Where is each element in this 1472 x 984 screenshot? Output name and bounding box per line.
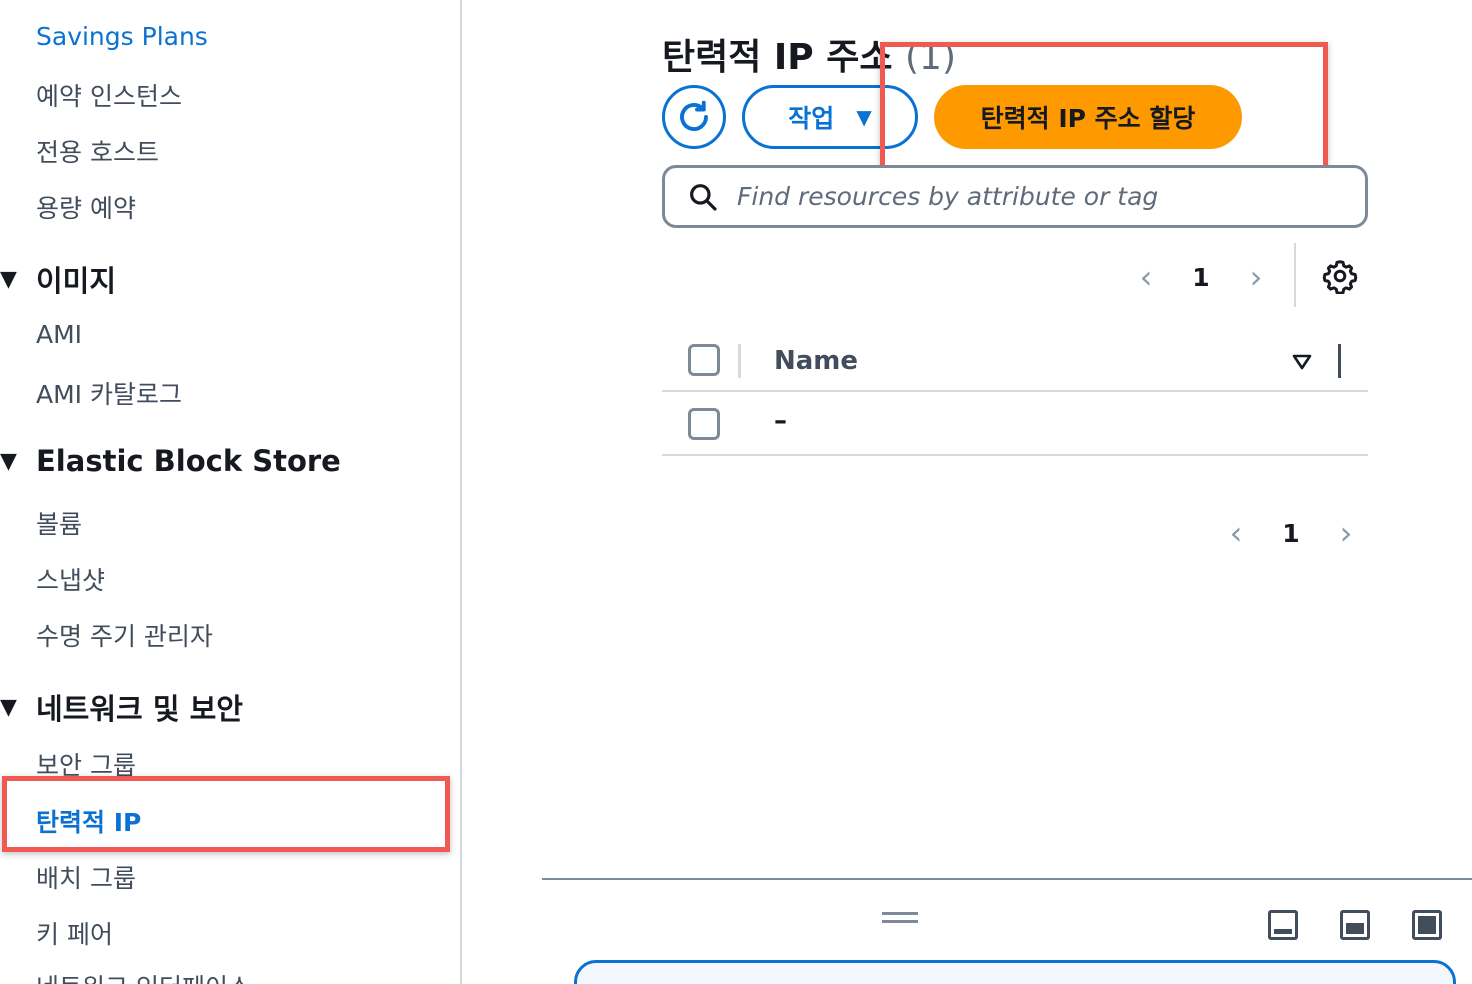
caret-down-icon: ▼ <box>0 448 17 474</box>
caret-down-icon: ▼ <box>0 694 17 720</box>
page-number[interactable]: 1 <box>1166 263 1236 292</box>
nav-ami[interactable]: AMI <box>36 320 82 349</box>
table-row[interactable]: – <box>662 392 1368 456</box>
nav-placement-groups[interactable]: 배치 그룹 <box>36 859 136 895</box>
pagination-top: ‹ 1 › <box>1126 258 1276 296</box>
sort-down-icon[interactable] <box>1290 350 1314 374</box>
chevron-left-icon[interactable]: ‹ <box>1216 514 1256 552</box>
cell-name: – <box>774 406 787 436</box>
nav-section-network-security-title: 네트워크 및 보안 <box>36 692 243 726</box>
chevron-right-icon[interactable]: › <box>1236 258 1276 296</box>
sidebar: Savings Plans 예약 인스턴스 전용 호스트 용량 예약 ▼ 이미지… <box>0 0 462 984</box>
allocate-elastic-ip-button[interactable]: 탄력적 IP 주소 할당 <box>934 85 1242 149</box>
nav-section-network-security[interactable]: ▼ 네트워크 및 보안 <box>0 686 243 728</box>
panel-bottom-small-icon[interactable] <box>1268 910 1298 940</box>
search-icon <box>687 180 721 214</box>
nav-section-images[interactable]: ▼ 이미지 <box>0 258 116 300</box>
nav-key-pairs[interactable]: 키 페어 <box>36 915 113 951</box>
nav-reserved-instances[interactable]: 예약 인스턴스 <box>36 77 182 113</box>
caret-down-icon: ▼ <box>856 105 872 129</box>
panel-bottom-medium-icon[interactable] <box>1340 910 1370 940</box>
refresh-icon <box>680 100 708 131</box>
row-checkbox[interactable] <box>688 408 720 440</box>
chevron-left-icon[interactable]: ‹ <box>1126 258 1166 296</box>
split-panel-divider <box>542 878 1472 880</box>
nav-lifecycle-manager[interactable]: 수명 주기 관리자 <box>36 617 213 653</box>
nav-dedicated-hosts[interactable]: 전용 호스트 <box>36 133 159 169</box>
search-bar <box>662 165 1368 228</box>
nav-security-groups[interactable]: 보안 그룹 <box>36 746 136 782</box>
page-title: 탄력적 IP 주소 (1) <box>662 28 956 80</box>
column-header-name[interactable]: Name <box>774 346 858 376</box>
panel-full-icon[interactable] <box>1412 910 1442 940</box>
nav-network-interfaces[interactable]: 네트워크 인터페이스 <box>36 968 251 984</box>
column-resizer[interactable] <box>1338 344 1341 378</box>
table-header: Name <box>662 330 1368 392</box>
caret-down-icon: ▼ <box>0 266 17 292</box>
nav-savings-plans[interactable]: Savings Plans <box>36 22 208 51</box>
divider <box>1294 243 1296 307</box>
split-panel-content <box>574 960 1456 984</box>
nav-section-images-title: 이미지 <box>36 264 117 298</box>
search-input[interactable] <box>737 182 1337 211</box>
nav-elastic-ips[interactable]: 탄력적 IP <box>36 803 141 839</box>
page-title-count: (1) <box>905 37 956 78</box>
select-all-checkbox[interactable] <box>688 344 720 376</box>
nav-section-ebs-title: Elastic Block Store <box>36 444 341 478</box>
pagination-bottom: ‹ 1 › <box>1216 514 1366 552</box>
nav-volumes[interactable]: 볼륨 <box>36 505 82 541</box>
page-title-text: 탄력적 IP 주소 <box>662 37 893 78</box>
gear-icon[interactable] <box>1322 258 1358 294</box>
page-number[interactable]: 1 <box>1256 519 1326 548</box>
nav-snapshots[interactable]: 스냅샷 <box>36 561 105 597</box>
column-divider <box>738 344 741 378</box>
chevron-right-icon[interactable]: › <box>1326 514 1366 552</box>
refresh-button[interactable] <box>662 85 726 149</box>
actions-label: 작업 <box>788 104 835 133</box>
nav-capacity-reservations[interactable]: 용량 예약 <box>36 189 136 225</box>
nav-section-ebs[interactable]: ▼ Elastic Block Store <box>0 444 341 478</box>
drag-handle-icon[interactable] <box>882 912 918 926</box>
nav-ami-catalog[interactable]: AMI 카탈로그 <box>36 375 182 411</box>
actions-dropdown-button[interactable]: 작업 ▼ <box>742 85 918 149</box>
